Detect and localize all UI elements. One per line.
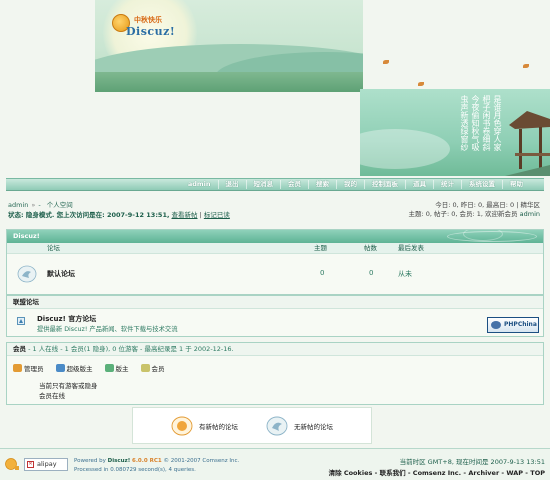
online-title: 会员 [13, 345, 26, 353]
header-banner-art [95, 0, 363, 92]
group-mod: 版主 [104, 363, 129, 373]
online-note-line1: 当前只有游客或隐身 [39, 382, 98, 390]
footer: ✕ alipay Powered by Discuz! 6.0.0 RC1 © 2… [0, 448, 550, 480]
processed-info: Processed in 0.080729 second(s), 4 queri… [74, 467, 196, 473]
forum-thread-count: 0 [320, 269, 325, 277]
nav-members[interactable]: 会员 [280, 180, 308, 189]
legend-none: 无新帖的论坛 [266, 416, 333, 436]
league-title: 联盟论坛 [13, 298, 39, 306]
admin-icon [13, 364, 22, 372]
online-summary: - 1 人在线 - 1 会员(1 隐身), 0 位游客 - 最高纪录是 1 于 … [26, 345, 234, 353]
member-icon [140, 364, 150, 372]
breadcrumb: admin» - 个人空间 [8, 201, 73, 209]
nav-logout[interactable]: 退出 [217, 180, 246, 189]
header: 中秋快乐 Discuz! 是谁月色穿人家 杷子闲书卷细斜 今夜偷知秋气吸 虫声新… [0, 0, 550, 176]
league-item: Discuz! 官方论坛 提供最新 Discuz! 产品新闻、软件下载与技术交流… [7, 309, 543, 336]
site-logo[interactable]: 中秋快乐 Discuz! [112, 14, 192, 46]
link-icon [17, 317, 25, 325]
member-groups-legend: 管理员 超级版主 版主 会员 [13, 363, 165, 373]
league-forums: 联盟论坛 Discuz! 官方论坛 提供最新 Discuz! 产品新闻、软件下载… [6, 295, 544, 337]
nav-search[interactable]: 搜索 [308, 180, 336, 189]
forum-post-count: 0 [369, 269, 374, 277]
pavilion-icon [505, 111, 550, 176]
nav-control-panel[interactable]: 控制面板 [364, 180, 405, 189]
alipay-badge[interactable]: ✕ alipay [24, 458, 68, 471]
category-header[interactable]: Discuz! [7, 230, 543, 243]
alipay-icon: ✕ [27, 461, 34, 468]
online-note-line2: 会员在线 [39, 392, 65, 400]
category-title: Discuz! [13, 232, 40, 240]
no-new-posts-icon [266, 416, 288, 435]
legend-new: 有新帖的论坛 [171, 416, 238, 436]
powered-by: Powered by Discuz! 6.0.0 RC1 © 2001-2007… [74, 458, 240, 464]
forum-category: Discuz! 论坛 主题 帖数 最后发表 默认论坛 0 0 从未 [6, 229, 544, 295]
stats-totals: 主题: 0, 帖子: 0, 会员: 1, 欢迎新会员 admin [408, 210, 540, 218]
page: 中秋快乐 Discuz! 是谁月色穿人家 杷子闲书卷细斜 今夜偷知秋气吸 虫声新… [0, 0, 550, 480]
product-link[interactable]: Discuz! [108, 458, 131, 464]
phpchina-logo-icon [491, 321, 501, 329]
league-header[interactable]: 联盟论坛 [7, 296, 543, 309]
falling-leaves-art [363, 0, 550, 92]
column-header: 论坛 主题 帖数 最后发表 [7, 243, 543, 254]
online-members: 会员 - 1 人在线 - 1 会员(1 隐身), 0 位游客 - 最高纪录是 1… [6, 342, 544, 405]
nav-tools[interactable]: 道具 [405, 180, 433, 189]
new-posts-icon [171, 416, 193, 435]
nav-my[interactable]: 我的 [336, 180, 364, 189]
moderator-icon [104, 364, 114, 372]
new-member-link[interactable]: admin [520, 210, 540, 218]
breadcrumb-space[interactable]: 个人空间 [47, 201, 73, 209]
forum-icon-legend: 有新帖的论坛 无新帖的论坛 [132, 407, 372, 444]
server-time: 当前时区 GMT+8, 现在时间是 2007-9-13 13:51 [399, 458, 545, 466]
poem-text: 是谁月色穿人家 杷子闲书卷细斜 今夜偷知秋气吸 虫声新透绿窗纱 [460, 95, 502, 151]
status-line: 状态: 隐身模式. 您上次访问是在: 2007-9-12 13:51, 查看新帖… [8, 211, 230, 219]
footer-links[interactable]: 清除 Cookies - 联系我们 - Comsenz Inc. - Archi… [329, 467, 545, 477]
nav-stats[interactable]: 统计 [433, 180, 461, 189]
logo-festival-text: 中秋快乐 [134, 16, 162, 24]
breadcrumb-user[interactable]: admin [8, 201, 28, 209]
nav-admin-settings[interactable]: 系统设置 [461, 180, 502, 189]
group-member: 会员 [140, 363, 165, 373]
league-description: 提供最新 Discuz! 产品新闻、软件下载与技术交流 [37, 326, 178, 333]
online-header[interactable]: 会员 - 1 人在线 - 1 会员(1 隐身), 0 位游客 - 最高纪录是 1… [7, 343, 543, 356]
phpchina-banner[interactable]: PHPChina [487, 317, 539, 333]
logo-text: Discuz! [126, 25, 176, 38]
group-admin: 管理员 [13, 363, 44, 373]
forum-last-post: 从未 [398, 270, 412, 278]
nav-user[interactable]: admin [181, 180, 218, 189]
poem-banner-art: 是谁月色穿人家 杷子闲书卷细斜 今夜偷知秋气吸 虫声新透绿窗纱 [360, 89, 550, 176]
main-nav: admin 退出 短消息 会员 搜索 我的 控制面板 道具 统计 系统设置 帮助 [6, 178, 544, 191]
super-moderator-icon [55, 364, 65, 372]
nav-help[interactable]: 帮助 [502, 180, 530, 189]
nav-messages[interactable]: 短消息 [245, 180, 281, 189]
league-name-link[interactable]: Discuz! 官方论坛 [37, 314, 96, 324]
forum-status-icon [17, 265, 37, 283]
forum-name-link[interactable]: 默认论坛 [47, 269, 75, 279]
mark-read-link[interactable]: 标记已读 [204, 211, 230, 219]
view-new-posts-link[interactable]: 查看新帖 [172, 211, 198, 219]
group-super-mod: 超级版主 [55, 363, 93, 373]
forum-row: 默认论坛 0 0 从未 [7, 254, 543, 294]
festival-icon [5, 458, 19, 470]
